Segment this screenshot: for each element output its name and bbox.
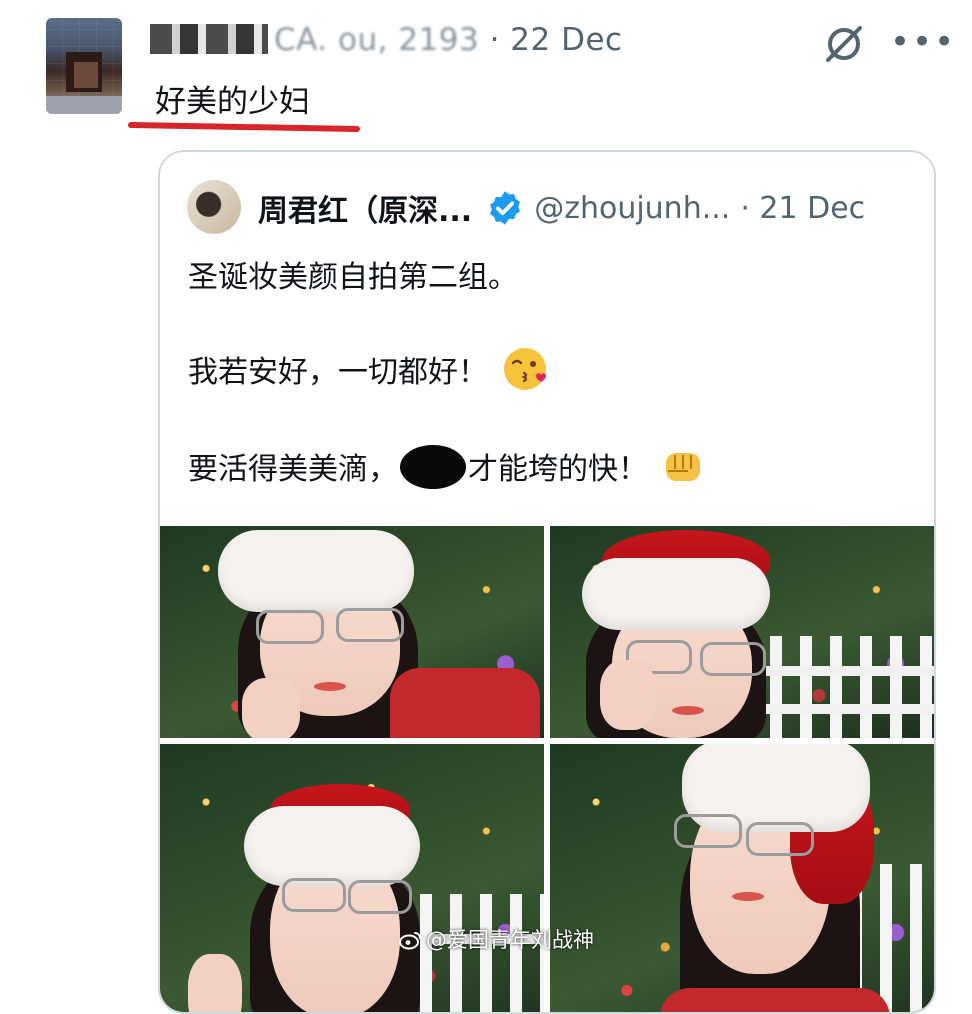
- photo-2[interactable]: [550, 526, 934, 738]
- photo-4[interactable]: [550, 744, 934, 1012]
- quoted-author-handle[interactable]: @zhoujunh...: [534, 191, 730, 226]
- red-underline-annotation: [127, 121, 361, 133]
- photo-1[interactable]: [160, 526, 544, 738]
- redaction-blob: [400, 445, 466, 489]
- quoted-author-avatar[interactable]: [187, 180, 241, 234]
- author-avatar[interactable]: [46, 18, 122, 114]
- photo-3[interactable]: [160, 744, 544, 1012]
- post-text: 好美的少妇: [155, 84, 310, 120]
- fist-emoji-icon: [666, 453, 700, 481]
- quoted-author-name[interactable]: 周君红（原深...: [258, 186, 472, 230]
- post-date[interactable]: · 22 Dec: [490, 22, 623, 58]
- author-name-redacted[interactable]: [150, 24, 268, 54]
- quoted-text-line-3: 要活得美美滴， 才能垮的快！: [188, 444, 704, 489]
- more-icon[interactable]: •••: [890, 25, 956, 59]
- quoted-post-card[interactable]: 周君红（原深... @zhoujunh... · 21 Dec 圣诞妆美颜自拍第…: [158, 150, 936, 1014]
- quoted-post-date[interactable]: · 21 Dec: [740, 191, 865, 226]
- quoted-text-line-3-end: 才能垮的快！: [468, 452, 648, 487]
- verified-badge-icon: [490, 191, 521, 225]
- post-header: CA. ou, 2193 · 22 Dec: [150, 22, 623, 58]
- grok-icon[interactable]: [822, 24, 866, 64]
- quoted-text-line-2: 我若安好，一切都好！: [188, 346, 548, 392]
- kiss-emoji-icon: [504, 348, 546, 390]
- watermark-text: @爱国青年刘战神: [426, 928, 594, 952]
- quoted-text-line-3-start: 要活得美美滴，: [188, 452, 398, 487]
- quoted-post-header: 周君红（原深... @zhoujunh... · 21 Dec: [258, 186, 865, 230]
- quoted-text-line-2-text: 我若安好，一切都好！: [188, 355, 488, 390]
- weibo-icon: [399, 932, 421, 950]
- weibo-watermark: @爱国青年刘战神: [398, 924, 594, 954]
- author-handle[interactable]: CA. ou, 2193: [274, 22, 479, 58]
- quoted-text-line-1: 圣诞妆美颜自拍第二组。: [188, 260, 518, 295]
